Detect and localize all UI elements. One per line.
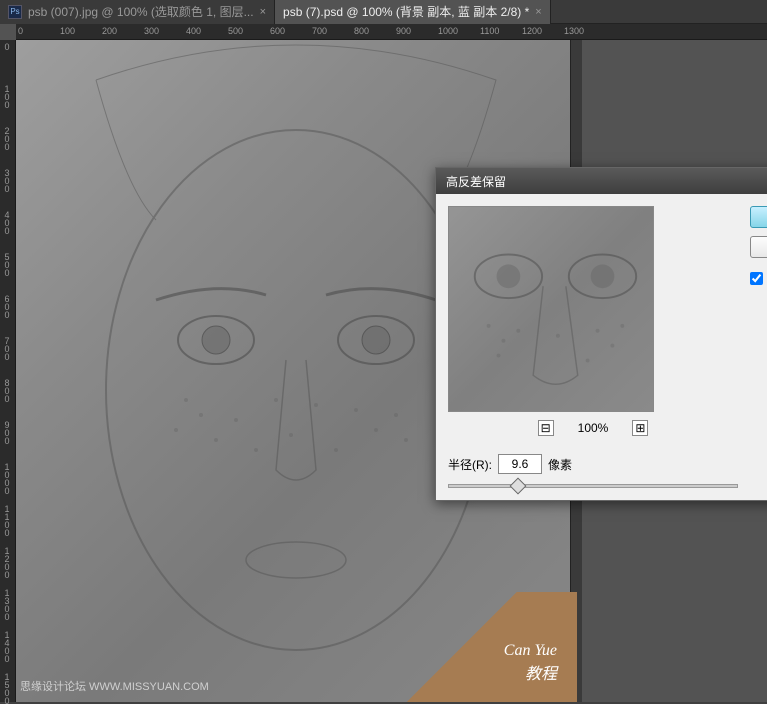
watermark-script: Can Yue: [504, 642, 557, 660]
ruler-tick: 600: [2, 294, 11, 318]
radius-slider[interactable]: [448, 484, 738, 488]
ruler-tick: 700: [2, 336, 11, 360]
radius-label: 半径(R):: [448, 456, 492, 473]
ruler-tick: 1000: [438, 26, 458, 36]
filter-preview[interactable]: [448, 206, 654, 412]
ok-button[interactable]: 确定: [750, 206, 767, 228]
ruler-tick: 0: [18, 26, 23, 36]
zoom-in-button[interactable]: ⊞: [632, 420, 648, 436]
ruler-tick: 100: [2, 84, 11, 108]
ruler-tick: 0: [2, 42, 11, 50]
ruler-tick: 1500: [2, 672, 11, 704]
ruler-tick: 700: [312, 26, 327, 36]
dialog-body: ⊟ 100% ⊞ 半径(R): 像素 确定 取消 预览(P): [436, 194, 767, 500]
ruler-tick: 800: [354, 26, 369, 36]
watermark-text: Can Yue 教程: [504, 642, 557, 684]
ruler-tick: 200: [102, 26, 117, 36]
ruler-tick: 100: [60, 26, 75, 36]
dialog-titlebar[interactable]: 高反差保留 x: [436, 168, 767, 194]
close-icon[interactable]: ×: [535, 6, 541, 18]
document-tab-bar: Ps psb (007).jpg @ 100% (选取颜色 1, 图层... ×…: [0, 0, 767, 24]
ruler-tick: 1000: [2, 462, 11, 494]
preview-checkbox-row[interactable]: 预览(P): [750, 270, 767, 287]
ruler-horizontal: 0 100 200 300 400 500 600 700 800 900 10…: [16, 24, 767, 40]
radius-unit: 像素: [548, 456, 572, 473]
ruler-tick: 1200: [2, 546, 11, 578]
ruler-tick: 300: [2, 168, 11, 192]
footer-watermark: 思缘设计论坛 WWW.MISSYUAN.COM: [20, 678, 209, 694]
document-tab-2[interactable]: psb (7).psd @ 100% (背景 副本, 蓝 副本 2/8) * ×: [275, 0, 551, 24]
ruler-tick: 800: [2, 378, 11, 402]
ruler-tick: 1300: [2, 588, 11, 620]
ruler-tick: 900: [396, 26, 411, 36]
cancel-button[interactable]: 取消: [750, 236, 767, 258]
ruler-tick: 1300: [564, 26, 584, 36]
ruler-tick: 200: [2, 126, 11, 150]
preview-image: [449, 207, 653, 411]
watermark-corner: Can Yue 教程: [377, 592, 577, 702]
zoom-out-button[interactable]: ⊟: [538, 420, 554, 436]
slider-thumb[interactable]: [510, 478, 527, 495]
dialog-title: 高反差保留: [446, 173, 506, 190]
ps-icon: Ps: [8, 5, 22, 19]
radius-input[interactable]: [498, 454, 542, 474]
ruler-tick: 400: [2, 210, 11, 234]
zoom-level: 100%: [578, 421, 609, 435]
watermark-cn: 教程: [504, 660, 557, 684]
photoshop-window: Ps psb (007).jpg @ 100% (选取颜色 1, 图层... ×…: [0, 0, 767, 702]
ruler-tick: 1400: [2, 630, 11, 662]
ruler-tick: 500: [228, 26, 243, 36]
document-tab-1[interactable]: Ps psb (007).jpg @ 100% (选取颜色 1, 图层... ×: [0, 0, 275, 24]
ruler-tick: 1200: [522, 26, 542, 36]
ruler-tick: 1100: [2, 504, 11, 536]
ruler-vertical: 0 100 200 300 400 500 600 700 800 900 10…: [0, 40, 16, 702]
ruler-tick: 1100: [480, 26, 499, 36]
close-icon[interactable]: ×: [260, 6, 266, 18]
tab-label: psb (7).psd @ 100% (背景 副本, 蓝 副本 2/8) *: [283, 3, 529, 20]
ruler-tick: 300: [144, 26, 159, 36]
tab-label: psb (007).jpg @ 100% (选取颜色 1, 图层...: [28, 3, 254, 20]
ruler-tick: 500: [2, 252, 11, 276]
preview-checkbox[interactable]: [750, 272, 763, 285]
ruler-tick: 600: [270, 26, 285, 36]
ruler-tick: 400: [186, 26, 201, 36]
ruler-tick: 900: [2, 420, 11, 444]
high-pass-dialog: 高反差保留 x: [435, 167, 767, 501]
zoom-controls: ⊟ 100% ⊞: [448, 420, 738, 436]
radius-row: 半径(R): 像素: [448, 454, 738, 474]
